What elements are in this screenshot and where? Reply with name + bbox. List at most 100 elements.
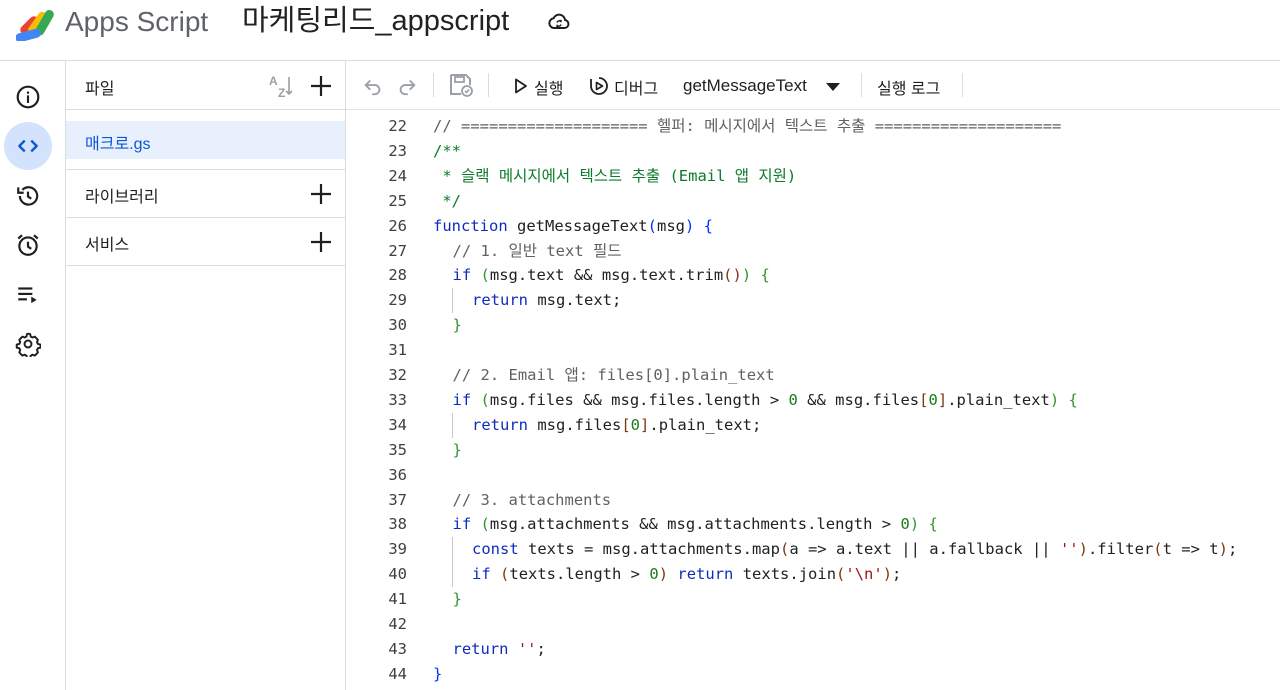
- line-number: 25: [388, 191, 407, 210]
- code-text: // ==================== 헬퍼: 메시지에서 텍스트 추출…: [433, 117, 1062, 135]
- line-number: 30: [388, 316, 407, 335]
- line-number: 41: [388, 590, 407, 609]
- line-number: 28: [388, 266, 407, 285]
- toolbar-separator: [861, 73, 862, 97]
- svg-text:Z: Z: [278, 86, 285, 100]
- file-item-macro-gs[interactable]: 매크로.gs: [66, 121, 345, 159]
- rail-overview-button[interactable]: [4, 73, 52, 121]
- rail-editor-button[interactable]: [4, 122, 52, 170]
- line-number: 40: [388, 565, 407, 584]
- code-text: // 1. 일반 text 필드: [452, 241, 622, 260]
- code-line[interactable]: 25 */: [346, 189, 1280, 214]
- code-text: * 슬랙 메시지에서 텍스트 추출 (Email 앱 지원): [433, 166, 797, 185]
- alarm-icon: [17, 234, 39, 256]
- code-editor[interactable]: 22 // ==================== 헬퍼: 메시지에서 텍스트 …: [346, 110, 1280, 690]
- code-text: const texts = msg.attachments.map(a => a…: [472, 540, 1238, 559]
- execution-log-button[interactable]: 실행 로그: [877, 75, 940, 99]
- redo-icon[interactable]: [396, 75, 418, 97]
- code-text: function getMessageText(msg) {: [433, 216, 714, 235]
- toolbar-separator: [433, 73, 434, 97]
- line-number: 22: [388, 117, 407, 135]
- code-line[interactable]: 44}: [346, 662, 1280, 687]
- function-selector[interactable]: getMessageText: [683, 76, 807, 96]
- code-text: if (msg.attachments && msg.attachments.l…: [452, 515, 938, 534]
- line-number: 29: [388, 291, 407, 310]
- code-line[interactable]: 38 if (msg.attachments && msg.attachments…: [346, 512, 1280, 537]
- line-number: 26: [388, 216, 407, 235]
- code-line[interactable]: 28 if (msg.text && msg.text.trim()) {: [346, 263, 1280, 288]
- code-line[interactable]: 41}: [346, 587, 1280, 612]
- history-icon: [17, 186, 39, 206]
- code-line[interactable]: 23 /**: [346, 139, 1280, 164]
- indent-guide: [451, 562, 453, 588]
- code-line[interactable]: 33 if (msg.files && msg.files.length > 0 …: [346, 388, 1280, 413]
- code-line[interactable]: 40 if (texts.length > 0) return texts.joi…: [346, 562, 1280, 588]
- code-line[interactable]: 29 return msg.text;: [346, 288, 1280, 314]
- code-line[interactable]: 30}: [346, 313, 1280, 338]
- code-text: }: [452, 590, 462, 609]
- services-section-header: 서비스: [66, 218, 345, 266]
- code-line[interactable]: 39 const texts = msg.attachments.map(a =>…: [346, 537, 1280, 563]
- line-number: 42: [388, 615, 407, 633]
- editor-toolbar: [346, 61, 1280, 109]
- add-file-button[interactable]: [307, 72, 335, 100]
- code-text: */: [433, 191, 461, 210]
- line-number: 24: [388, 166, 407, 185]
- code-text: return msg.files[0].plain_text;: [472, 415, 762, 434]
- code-text: }: [452, 316, 462, 335]
- cloud-sync-icon[interactable]: [547, 9, 571, 33]
- code-line[interactable]: 43 return '';: [346, 637, 1280, 662]
- files-section-header: 파일: [66, 61, 345, 109]
- top-header: Apps Script 마케팅리드_appscript: [0, 0, 1280, 60]
- libraries-title: 라이브러리: [85, 189, 159, 206]
- code-line[interactable]: 42: [346, 612, 1280, 637]
- code-line[interactable]: 36: [346, 463, 1280, 488]
- line-number: 35: [388, 440, 407, 459]
- rail-settings-button[interactable]: [4, 320, 52, 368]
- play-icon[interactable]: [512, 77, 530, 95]
- line-number: 39: [388, 540, 407, 559]
- file-name: 매크로.gs: [85, 136, 151, 153]
- indent-guide: [451, 288, 453, 314]
- rail-triggers-button[interactable]: [4, 221, 52, 269]
- project-title[interactable]: 마케팅리드_appscript: [242, 2, 509, 40]
- code-line[interactable]: 24 * 슬랙 메시지에서 텍스트 추출 (Email 앱 지원): [346, 164, 1280, 189]
- line-number: 33: [388, 390, 407, 409]
- run-button[interactable]: 실행: [534, 75, 563, 99]
- sort-az-icon[interactable]: A Z: [267, 72, 297, 100]
- code-text: // 2. Email 앱: files[0].plain_text: [452, 366, 775, 384]
- apps-script-logo-icon[interactable]: [16, 5, 58, 41]
- indent-guide: [451, 412, 453, 438]
- add-library-button[interactable]: [307, 180, 335, 208]
- code-line[interactable]: 26 function getMessageText(msg) {: [346, 214, 1280, 239]
- gear-icon: [15, 332, 41, 357]
- chevron-down-icon[interactable]: [826, 83, 840, 91]
- line-number: 43: [388, 639, 407, 658]
- code-text: }: [433, 664, 443, 683]
- line-number: 23: [388, 141, 407, 160]
- save-icon[interactable]: [448, 72, 474, 98]
- code-line[interactable]: 32 // 2. Email 앱: files[0].plain_text: [346, 363, 1280, 388]
- info-icon: [16, 85, 40, 109]
- rail-executions-button[interactable]: [4, 271, 52, 319]
- code-text: if (msg.files && msg.files.length > 0 &&…: [452, 390, 1078, 409]
- rail-history-button[interactable]: [4, 172, 52, 220]
- code-line[interactable]: 27 // 1. 일반 text 필드: [346, 239, 1280, 264]
- code-text: return '';: [452, 639, 546, 658]
- add-service-button[interactable]: [307, 228, 335, 256]
- code-line[interactable]: 37 // 3. attachments: [346, 488, 1280, 513]
- code-line[interactable]: 31: [346, 338, 1280, 363]
- code-text: }: [452, 440, 462, 459]
- debug-icon[interactable]: [588, 75, 610, 97]
- code-line[interactable]: 22 // ==================== 헬퍼: 메시지에서 텍스트 …: [346, 114, 1280, 139]
- code-text: if (texts.length > 0) return texts.join(…: [472, 565, 902, 584]
- code-line[interactable]: 35}: [346, 438, 1280, 463]
- debug-button[interactable]: 디버그: [614, 75, 658, 99]
- undo-icon[interactable]: [362, 75, 384, 97]
- toolbar-separator: [488, 73, 489, 97]
- line-number: 32: [388, 366, 407, 384]
- app-name[interactable]: Apps Script: [65, 4, 208, 40]
- indent-guide: [451, 537, 453, 563]
- line-number: 34: [388, 415, 407, 434]
- code-line[interactable]: 34 return msg.files[0].plain_text;: [346, 412, 1280, 438]
